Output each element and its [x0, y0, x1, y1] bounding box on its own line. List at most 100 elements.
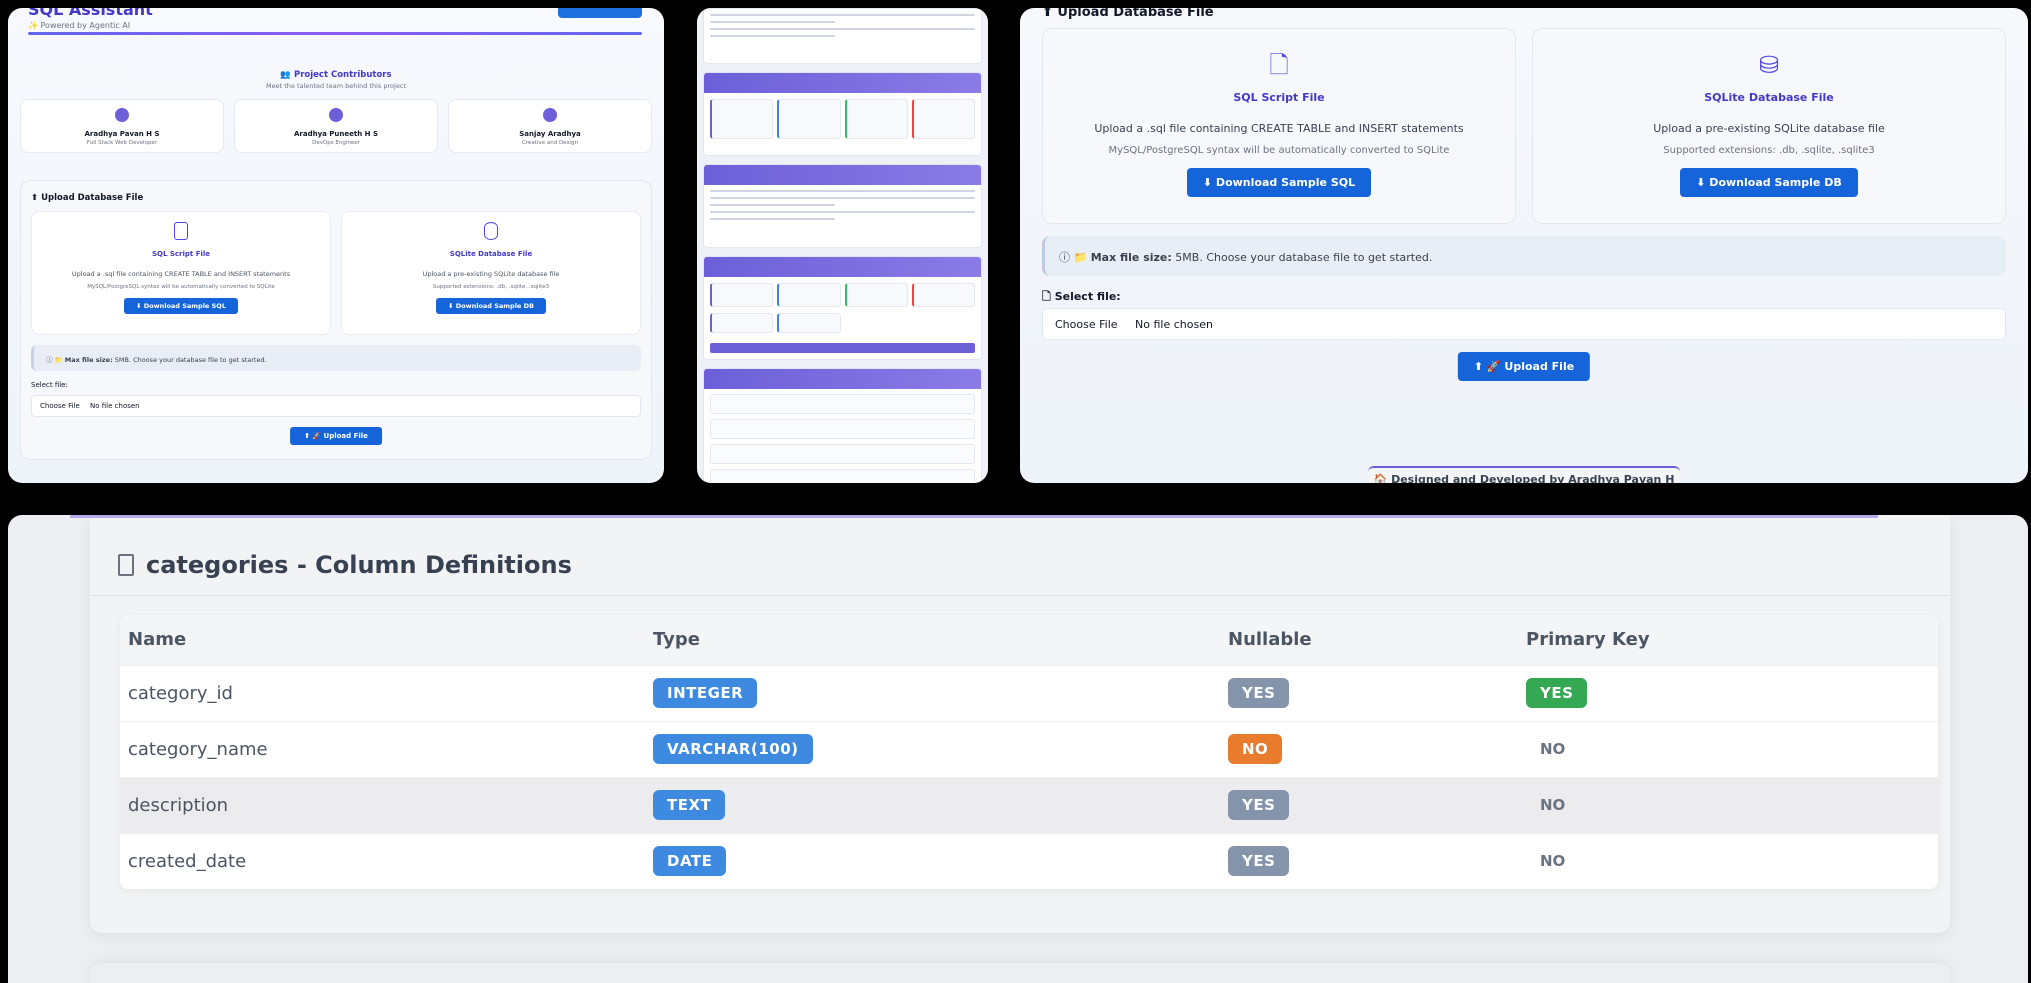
sql-file-icon [174, 222, 188, 240]
header-nullable: Nullable [1220, 615, 1518, 665]
contributor-card: Aradhya Pavan H S Full Stack Web Develop… [20, 99, 224, 153]
column-definitions-panel: categories - Column Definitions Name Typ… [8, 515, 2028, 983]
column-type-cell: TEXT [645, 776, 1220, 833]
column-definitions-title-text: categories - Column Definitions [146, 551, 572, 579]
next-card-edge [90, 963, 1950, 983]
column-definitions-title: categories - Column Definitions [118, 551, 572, 579]
overview-panel [697, 8, 988, 483]
select-file-label: Select file: [31, 381, 68, 389]
column-type-cell: DATE [645, 832, 1220, 889]
database-icon [484, 222, 498, 240]
download-sample-sql-button[interactable]: ⬇ Download Sample SQL [124, 298, 238, 314]
info-strong: Max file size: [64, 356, 113, 364]
download-sample-sql-button[interactable]: ⬇ Download Sample SQL [1186, 168, 1372, 197]
table-row: description TEXT YES NO [120, 776, 1938, 833]
nullable-cell: NO [1220, 720, 1518, 777]
contributors-subtitle: Meet the talented team behind this proje… [266, 82, 406, 90]
table-row: category_name VARCHAR(100) NO NO [120, 720, 1938, 777]
home-panel: SQL Assistant ✨ Powered by Agentic AI 👥 … [8, 8, 664, 483]
column-name: category_id [120, 664, 645, 721]
choose-file-button[interactable]: Choose File [1055, 318, 1118, 331]
nullable-cell: YES [1220, 832, 1518, 889]
type-badge: DATE [653, 846, 727, 877]
mini-section-intro [703, 8, 982, 64]
no-file-text: No file chosen [1135, 318, 1213, 331]
primary-key-badge: NO [1540, 740, 1566, 758]
card-top-accent [70, 515, 1878, 518]
nullable-badge: YES [1228, 846, 1290, 877]
header-action-button[interactable] [558, 8, 642, 18]
upload-section: ⬆ Upload Database File SQL Script File U… [20, 180, 652, 460]
sql-file-card: 🗋 SQL Script File Upload a .sql file con… [1042, 28, 1516, 224]
contributor-name: Aradhya Puneeth H S [293, 130, 378, 138]
header-name: Name [120, 615, 645, 665]
db-card-description: Upload a pre-existing SQLite database fi… [422, 270, 560, 278]
table-icon [118, 554, 134, 576]
contributor-role: Full Stack Web Developer [86, 140, 158, 146]
column-type-cell: INTEGER [645, 664, 1220, 721]
contributor-name: Aradhya Pavan H S [84, 130, 160, 138]
sql-card-description: Upload a .sql file containing CREATE TAB… [1094, 122, 1464, 135]
max-size-info: ⓘ 📁 Max file size: 5MB. Choose your data… [31, 345, 641, 371]
primary-key-cell: YES [1518, 664, 1938, 721]
type-badge: TEXT [653, 790, 726, 820]
upload-file-button[interactable]: ⬆ 🚀 Upload File [290, 427, 382, 445]
db-file-card: SQLite Database File Upload a pre-existi… [341, 211, 641, 335]
db-file-card: ⛁ SQLite Database File Upload a pre-exis… [1532, 28, 2006, 224]
contributor-card: Aradhya Puneeth H S DevOps Engineer [234, 99, 438, 153]
palette-icon [543, 108, 557, 122]
contributor-role: DevOps Engineer [312, 140, 360, 146]
upload-file-button[interactable]: ⬆ 🚀 Upload File [1457, 352, 1591, 381]
primary-key-cell: NO [1518, 832, 1938, 889]
max-size-info: ⓘ 📁 Max file size: 5MB. Choose your data… [1042, 236, 2006, 276]
info-text: 5MB. Choose your database file to get st… [112, 356, 267, 364]
info-strong: Max file size: [1090, 251, 1172, 264]
sql-file-icon: 🗋 [1269, 51, 1289, 79]
sql-file-card: SQL Script File Upload a .sql file conta… [31, 211, 331, 335]
header-primary-key: Primary Key [1518, 615, 1938, 665]
primary-key-badge: NO [1540, 796, 1566, 814]
primary-key-cell: NO [1518, 776, 1938, 833]
file-input[interactable]: Choose File No file chosen [31, 395, 641, 417]
contributor-name: Sanjay Aradhya [519, 130, 581, 138]
mini-section-header [704, 369, 981, 389]
column-name: created_date [120, 832, 645, 889]
contributor-role: Creative and Design [522, 140, 578, 146]
upload-title-text: Upload Database File [1057, 8, 1214, 20]
mini-section-features [703, 256, 982, 360]
table-row: created_date DATE YES NO [120, 832, 1938, 889]
no-file-text: No file chosen [90, 402, 140, 410]
mini-section-pipeline [703, 72, 982, 156]
info-text: 5MB. Choose your database file to get st… [1171, 251, 1433, 264]
code-icon [115, 108, 129, 122]
sql-card-title: SQL Script File [151, 250, 211, 258]
column-name: category_name [120, 720, 645, 777]
upload-title: ⬆ Upload Database File [1042, 8, 1214, 19]
info-icon: ⓘ 📁 [1059, 251, 1088, 264]
nullable-badge: YES [1228, 790, 1290, 820]
primary-key-cell: NO [1518, 720, 1938, 777]
download-sample-db-button[interactable]: ⬇ Download Sample DB [1680, 168, 1858, 197]
mini-section-header [704, 257, 981, 277]
mini-section-steps [703, 368, 982, 483]
file-input[interactable]: Choose File No file chosen [1042, 308, 2006, 340]
db-card-description: Upload a pre-existing SQLite database fi… [1653, 122, 1885, 135]
title-divider [90, 595, 1950, 596]
info-icon: ⓘ 📁 [46, 356, 63, 364]
sql-card-note: MySQL/PostgreSQL syntax will be automati… [1108, 145, 1450, 156]
table-header-row: Name Type Nullable Primary Key [120, 615, 1938, 665]
nullable-cell: YES [1220, 776, 1518, 833]
column-name: description [120, 776, 645, 833]
download-sample-db-button[interactable]: ⬇ Download Sample DB [436, 298, 546, 314]
database-icon: ⛁ [1758, 51, 1780, 79]
upload-title-text: Upload Database File [41, 193, 144, 203]
type-badge: INTEGER [653, 678, 758, 708]
mini-section-stack [703, 164, 982, 248]
header-divider [28, 32, 642, 35]
app-title: SQL Assistant [28, 8, 153, 19]
choose-file-button[interactable]: Choose File [40, 402, 80, 410]
contributor-card: Sanjay Aradhya Creative and Design [448, 99, 652, 153]
file-type-cards: 🗋 SQL Script File Upload a .sql file con… [1042, 28, 2006, 224]
db-card-note: Supported extensions: .db, .sqlite, .sql… [432, 284, 550, 290]
db-card-title: SQLite Database File [1704, 91, 1834, 104]
